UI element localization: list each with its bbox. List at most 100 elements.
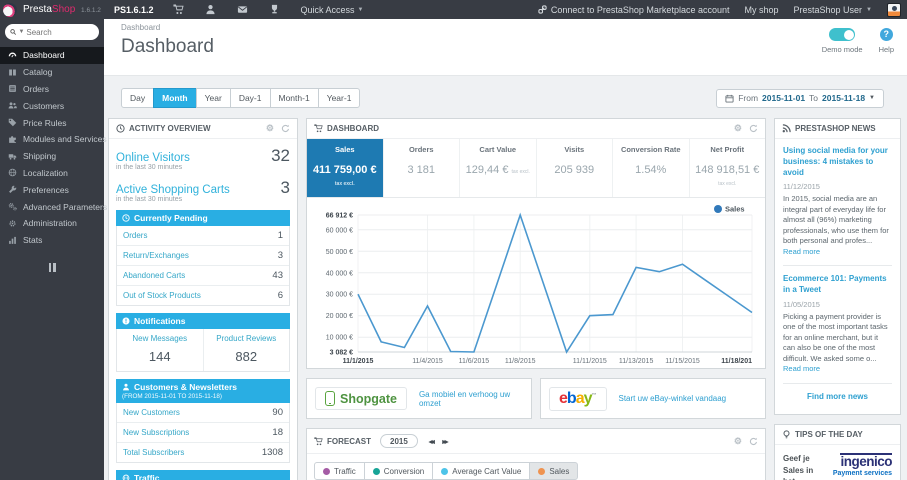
- svg-text:11/1/2015: 11/1/2015: [343, 358, 374, 365]
- svg-text:40 000 €: 40 000 €: [326, 270, 353, 277]
- gear-icon[interactable]: ⚙: [266, 124, 274, 133]
- range-button-month[interactable]: Month: [153, 88, 197, 108]
- read-more-link[interactable]: Read more: [783, 364, 820, 373]
- refresh-icon[interactable]: [749, 124, 758, 133]
- caret-down-icon: ▼: [18, 29, 25, 35]
- sidebar-item-label: Catalog: [23, 67, 53, 78]
- range-button-day[interactable]: Day: [121, 88, 155, 108]
- sidebar-item-dashboard[interactable]: Dashboard: [0, 47, 104, 64]
- news-article-title[interactable]: Ecommerce 101: Payments in a Tweet: [783, 274, 892, 296]
- sidebar-search[interactable]: ▼: [5, 24, 99, 40]
- new-subscriptions-row[interactable]: New Subscriptions 18: [117, 423, 289, 443]
- sidebar-item-price-rules[interactable]: Price Rules: [0, 114, 104, 131]
- forecast-panel-header: FORECAST 2015 ◂◂ ▸▸ ⚙: [307, 429, 765, 454]
- date-from-label: From: [738, 93, 759, 103]
- dashboard-panel-header: DASHBOARD ⚙: [307, 119, 765, 139]
- prestashop-logo[interactable]: [3, 2, 17, 17]
- quick-access-menu[interactable]: Quick Access ▼: [300, 5, 363, 15]
- news-article-title[interactable]: Using social media for your business: 4 …: [783, 146, 892, 178]
- toggle-average-cart-value[interactable]: Average Cart Value: [432, 462, 531, 480]
- notification-cells: New Messages 144 Product Reviews 882: [116, 329, 290, 372]
- total-subscribers-row[interactable]: Total Subscribers 1308: [117, 443, 289, 462]
- ebay-logo: ebay™: [549, 386, 607, 411]
- customers-newsletters-range: (FROM 2015-11-01 TO 2015-11-18): [122, 393, 222, 400]
- promo-cards: Shopgate Ga mobiel en verhoog uw omzet e…: [306, 378, 766, 419]
- mail-icon[interactable]: [237, 4, 248, 15]
- range-button-year-1[interactable]: Year-1: [317, 88, 361, 108]
- active-carts-label: Active Shopping Carts: [116, 184, 230, 196]
- product-reviews-cell[interactable]: Product Reviews 882: [202, 329, 290, 371]
- trophy-icon[interactable]: [269, 4, 280, 15]
- currently-pending-header: Currently Pending: [116, 210, 290, 226]
- topbar-right: Connect to PrestaShop Marketplace accoun…: [538, 2, 901, 17]
- kpi-orders[interactable]: Orders 3 181: [384, 139, 460, 197]
- range-button-month-1[interactable]: Month-1: [269, 88, 319, 108]
- range-button-year[interactable]: Year: [195, 88, 231, 108]
- brand[interactable]: PrestaShop 1.6.1.2: [23, 4, 101, 15]
- refresh-icon[interactable]: [281, 124, 290, 133]
- search-input[interactable]: [26, 27, 94, 37]
- sidebar-item-orders[interactable]: Orders: [0, 81, 104, 98]
- sidebar-item-label: Advanced Parameters: [23, 201, 108, 212]
- demo-mode-toggle[interactable]: [829, 28, 856, 41]
- ebay-promo-card[interactable]: ebay™ Start uw eBay-winkel vandaag: [540, 378, 766, 419]
- refresh-icon[interactable]: [749, 437, 758, 446]
- toggle-traffic[interactable]: Traffic: [314, 462, 365, 480]
- shopgate-promo-link[interactable]: Ga mobiel en verhoog uw omzet: [419, 390, 523, 408]
- topbar-icons: [173, 4, 280, 15]
- marketplace-link[interactable]: Connect to PrestaShop Marketplace accoun…: [538, 5, 729, 15]
- sidebar-item-shipping[interactable]: Shipping: [0, 148, 104, 165]
- sidebar-item-administration[interactable]: Administration: [0, 215, 104, 232]
- new-customers-row[interactable]: New Customers 90: [117, 403, 289, 423]
- my-shop-link[interactable]: My shop: [744, 5, 778, 15]
- shopgate-promo-card[interactable]: Shopgate Ga mobiel en verhoog uw omzet: [306, 378, 532, 419]
- pending-row-out-of-stock[interactable]: Out of Stock Products 6: [117, 286, 289, 305]
- kpi-cart-value[interactable]: Cart Value 129,44 € tax excl.: [460, 139, 537, 197]
- kpi-net-profit[interactable]: Net Profit 148 918,51 € tax excl.: [690, 139, 766, 197]
- next-year-button[interactable]: ▸▸: [442, 437, 448, 446]
- kpi-visits[interactable]: Visits 205 939: [537, 139, 613, 197]
- user-icon[interactable]: [205, 4, 216, 15]
- user-menu[interactable]: PrestaShop User ▼: [794, 5, 873, 15]
- quick-access-label: Quick Access: [300, 4, 355, 15]
- shop-name[interactable]: PS1.6.1.2: [114, 5, 154, 15]
- find-more-news-link[interactable]: Find more news: [783, 392, 892, 401]
- cart-icon[interactable]: [173, 4, 185, 15]
- news-panel-header: PRESTASHOP NEWS: [775, 119, 900, 139]
- help-label: Help: [878, 45, 894, 54]
- user-avatar[interactable]: [887, 2, 901, 17]
- sidebar-item-catalog[interactable]: Catalog: [0, 64, 104, 81]
- toggle-conversion[interactable]: Conversion: [363, 462, 434, 480]
- previous-year-button[interactable]: ◂◂: [429, 437, 435, 446]
- new-messages-cell[interactable]: New Messages 144: [117, 329, 203, 371]
- read-more-link[interactable]: Read more: [783, 247, 820, 256]
- range-button-day-1[interactable]: Day-1: [229, 88, 271, 108]
- svg-text:11/4/2015: 11/4/2015: [412, 358, 443, 365]
- active-carts-metric[interactable]: Active Shopping Carts 3: [116, 178, 290, 198]
- kpi-sales[interactable]: Sales 411 759,00 € tax excl.: [307, 139, 384, 197]
- ebay-promo-link[interactable]: Start uw eBay-winkel vandaag: [619, 394, 727, 403]
- pending-row-returns[interactable]: Return/Exchanges 3: [117, 246, 289, 266]
- sidebar-item-preferences[interactable]: Preferences: [0, 181, 104, 198]
- sidebar-item-customers[interactable]: Customers: [0, 97, 104, 114]
- sidebar-item-stats[interactable]: Stats: [0, 232, 104, 249]
- pending-row-abandoned-carts[interactable]: Abandoned Carts 43: [117, 266, 289, 286]
- sidebar-collapse-button[interactable]: [0, 262, 104, 272]
- cart-icon: [314, 124, 323, 133]
- pending-row-orders[interactable]: Orders 1: [117, 226, 289, 246]
- date-range-picker[interactable]: From 2015-11-01 To 2015-11-18 ▼: [716, 88, 884, 108]
- forecast-nav: ◂◂ ▸▸: [429, 437, 448, 446]
- online-visitors-metric[interactable]: Online Visitors 32: [116, 146, 290, 166]
- toggle-sales[interactable]: Sales: [529, 462, 579, 480]
- svg-text:3 082 €: 3 082 €: [330, 350, 353, 357]
- help-icon[interactable]: ?: [879, 28, 893, 41]
- clock-icon: [122, 214, 130, 222]
- sidebar-item-advanced-parameters[interactable]: Advanced Parameters: [0, 198, 108, 215]
- sidebar-item-modules[interactable]: Modules and Services: [0, 131, 107, 148]
- sidebar-item-localization[interactable]: Localization: [0, 165, 104, 182]
- gear-icon[interactable]: ⚙: [734, 436, 742, 446]
- sidebar-item-label: Administration: [23, 218, 77, 229]
- gear-icon[interactable]: ⚙: [734, 124, 742, 133]
- kpi-conversion-rate[interactable]: Conversion Rate 1.54%: [613, 139, 690, 197]
- sidebar-item-label: Customers: [23, 100, 65, 111]
